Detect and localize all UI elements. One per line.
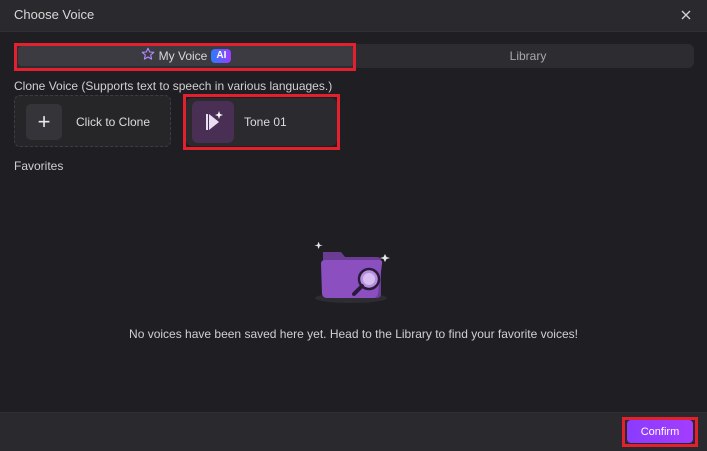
star-icon [141, 47, 155, 66]
plus-icon: + [26, 104, 62, 140]
folder-search-icon [311, 240, 395, 306]
click-to-clone-label: Click to Clone [76, 115, 151, 129]
title-bar: Choose Voice [0, 0, 707, 32]
favorites-label: Favorites [14, 159, 64, 173]
voice-tabs: My Voice AI Library [14, 44, 694, 68]
clone-voice-section-label: Clone Voice (Supports text to speech in … [14, 79, 333, 93]
confirm-button[interactable]: Confirm [627, 420, 693, 443]
click-to-clone-button[interactable]: + Click to Clone [14, 95, 171, 147]
dialog-title: Choose Voice [14, 7, 95, 22]
tab-library-label: Library [509, 49, 547, 63]
voice-play-sparkle-icon [192, 101, 234, 143]
tone-01-card[interactable]: Tone 01 [186, 98, 337, 146]
choose-voice-dialog: Choose Voice My Voice AI Library Clone V… [0, 0, 707, 451]
tone-01-label: Tone 01 [244, 115, 287, 129]
empty-favorites-message: No voices have been saved here yet. Head… [129, 327, 578, 341]
tab-my-voice[interactable]: My Voice AI [18, 46, 354, 66]
tab-library[interactable]: Library [366, 46, 690, 66]
close-icon[interactable] [679, 8, 693, 22]
dialog-footer [0, 412, 707, 451]
ai-badge: AI [211, 49, 232, 63]
tab-my-voice-label: My Voice [158, 49, 208, 63]
